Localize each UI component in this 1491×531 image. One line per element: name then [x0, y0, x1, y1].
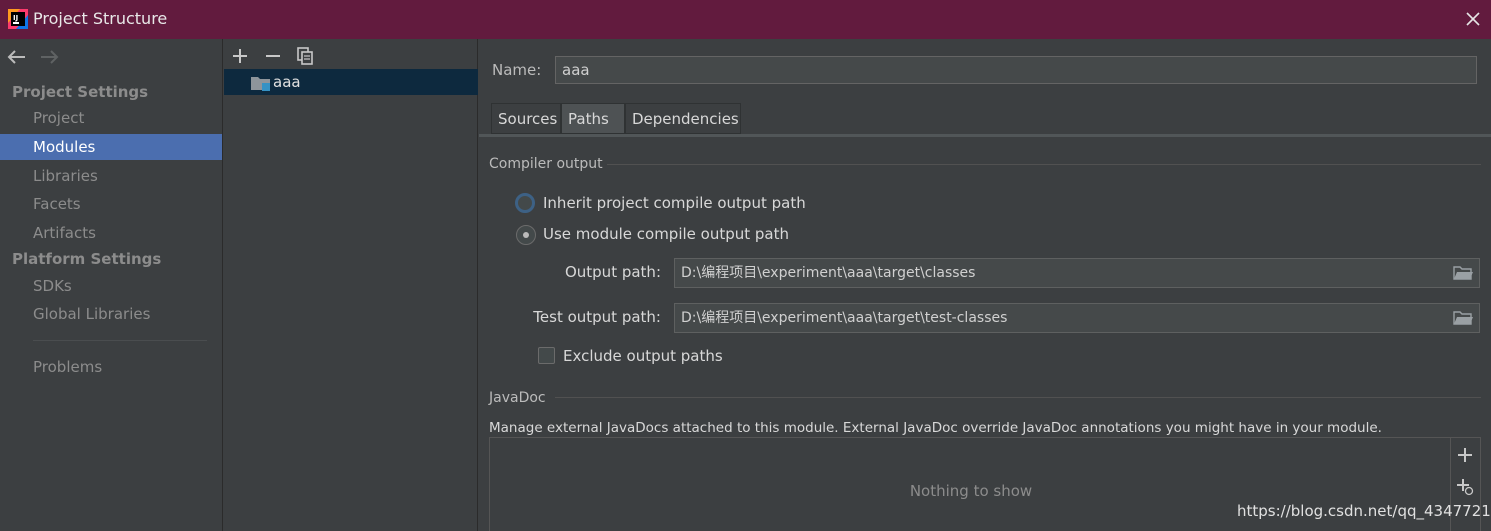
settings-sidebar: Project Settings Project Modules Librari…	[0, 39, 223, 531]
browse-folder-icon[interactable]	[1453, 310, 1473, 326]
platform-settings-header: Platform Settings	[12, 250, 162, 268]
sidebar-item-sdks[interactable]: SDKs	[0, 273, 222, 299]
tab-paths[interactable]: Paths	[561, 103, 625, 134]
tab-underline	[479, 134, 1491, 137]
watermark-text: https://blog.csdn.net/qq_43477218	[1237, 502, 1491, 520]
copy-icon[interactable]	[295, 46, 315, 66]
add-icon[interactable]	[230, 46, 250, 66]
javadoc-description: Manage external JavaDocs attached to thi…	[489, 420, 1382, 436]
compiler-output-divider	[607, 164, 1481, 165]
name-label: Name:	[492, 61, 542, 79]
javadoc-title: JavaDoc	[489, 390, 546, 406]
intellij-app-icon: IJ	[8, 9, 28, 29]
output-path-value: D:\编程项目\experiment\aaa\target\classes	[681, 265, 976, 281]
module-list-panel: aaa	[224, 39, 478, 531]
close-icon[interactable]	[1462, 8, 1484, 30]
compiler-output-title: Compiler output	[489, 156, 603, 172]
exclude-output-checkbox[interactable]	[538, 347, 555, 364]
module-name: aaa	[273, 73, 301, 91]
tab-dependencies[interactable]: Dependencies	[625, 103, 741, 134]
forward-arrow-icon[interactable]	[38, 47, 60, 67]
output-path-field[interactable]: D:\编程项目\experiment\aaa\target\classes	[674, 258, 1480, 288]
exclude-output-label: Exclude output paths	[563, 347, 723, 365]
sidebar-item-project[interactable]: Project	[0, 105, 222, 131]
add-icon[interactable]	[1456, 446, 1474, 464]
sidebar-divider	[33, 340, 207, 341]
inherit-output-radio[interactable]	[515, 193, 535, 213]
window-title: Project Structure	[33, 9, 168, 28]
test-output-path-value: D:\编程项目\experiment\aaa\target\test-class…	[681, 310, 1008, 326]
sidebar-item-facets[interactable]: Facets	[0, 191, 222, 217]
inherit-output-label: Inherit project compile output path	[543, 194, 806, 212]
sidebar-item-modules[interactable]: Modules	[0, 134, 222, 160]
sidebar-item-artifacts[interactable]: Artifacts	[0, 220, 222, 246]
javadoc-divider	[555, 397, 1481, 398]
sidebar-item-global-libraries[interactable]: Global Libraries	[0, 301, 222, 327]
module-tree-item[interactable]: aaa	[224, 69, 478, 95]
back-arrow-icon[interactable]	[6, 47, 28, 67]
browse-folder-icon[interactable]	[1453, 265, 1473, 281]
module-folder-icon	[251, 77, 270, 91]
project-settings-header: Project Settings	[12, 83, 149, 101]
add-url-icon[interactable]	[1456, 478, 1474, 496]
test-output-path-label: Test output path:	[533, 308, 661, 326]
tab-sources[interactable]: Sources	[491, 103, 561, 134]
module-settings-panel: Name: aaa Sources Paths Dependencies Com…	[479, 39, 1491, 531]
module-output-label: Use module compile output path	[543, 225, 790, 243]
module-output-radio[interactable]	[516, 225, 536, 245]
test-output-path-field[interactable]: D:\编程项目\experiment\aaa\target\test-class…	[674, 303, 1480, 333]
sidebar-item-problems[interactable]: Problems	[0, 354, 222, 380]
title-bar: IJ Project Structure	[0, 0, 1491, 39]
sidebar-item-libraries[interactable]: Libraries	[0, 163, 222, 189]
output-path-label: Output path:	[564, 263, 661, 281]
remove-icon[interactable]	[263, 46, 283, 66]
name-input[interactable]: aaa	[555, 56, 1477, 84]
empty-list-text: Nothing to show	[909, 482, 1033, 500]
svg-text:IJ: IJ	[13, 14, 18, 22]
